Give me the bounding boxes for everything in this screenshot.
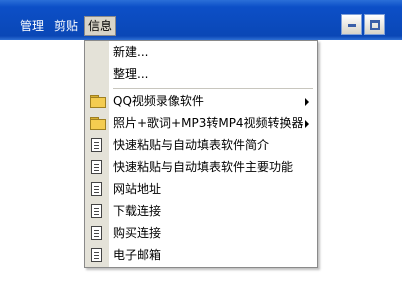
- menu-item-qq-video[interactable]: QQ视频录像软件: [85, 92, 317, 111]
- menu-item-label: 下载连接: [113, 204, 162, 218]
- menu-item-label: 新建...: [113, 45, 149, 59]
- menu-item-intro[interactable]: 快速粘贴与自动填表软件简介: [85, 136, 317, 155]
- info-dropdown-menu: 新建... 整理... QQ视频录像软件 照片+歌词+MP3转MP4视频转换器 …: [84, 40, 318, 268]
- submenu-arrow-icon: [305, 98, 309, 106]
- menu-item-label: 快速粘贴与自动填表软件主要功能: [113, 160, 294, 174]
- menu-manage[interactable]: 管理: [17, 17, 47, 35]
- menu-item-label: 照片+歌词+MP3转MP4视频转换器: [113, 116, 304, 130]
- folder-icon: [90, 95, 106, 108]
- menu-item-label: 快速粘贴与自动填表软件简介: [113, 138, 270, 152]
- menu-bar: 管理 剪贴 信息: [0, 0, 402, 40]
- menu-separator: [113, 88, 313, 89]
- menu-item-label: QQ视频录像软件: [113, 94, 204, 108]
- menu-item-label: 网站地址: [113, 182, 162, 196]
- menu-info[interactable]: 信息: [84, 16, 117, 36]
- menu-item-features[interactable]: 快速粘贴与自动填表软件主要功能: [85, 158, 317, 177]
- minimize-button[interactable]: [341, 14, 362, 35]
- menu-item-new[interactable]: 新建...: [85, 43, 317, 62]
- menu-item-label: 整理...: [113, 67, 149, 81]
- menu-item-organize[interactable]: 整理...: [85, 65, 317, 84]
- menu-item-purchase-link[interactable]: 购买连接: [85, 224, 317, 243]
- minimize-icon: [348, 24, 356, 27]
- document-icon: [91, 182, 102, 196]
- document-icon: [91, 226, 102, 240]
- menu-item-photo-converter[interactable]: 照片+歌词+MP3转MP4视频转换器: [85, 114, 317, 133]
- submenu-arrow-icon: [305, 120, 309, 128]
- menu-item-label: 电子邮箱: [113, 248, 162, 262]
- menu-item-email[interactable]: 电子邮箱: [85, 246, 317, 265]
- maximize-icon: [370, 20, 380, 30]
- menu-item-download-link[interactable]: 下载连接: [85, 202, 317, 221]
- document-icon: [91, 138, 102, 152]
- menu-item-website[interactable]: 网站地址: [85, 180, 317, 199]
- document-icon: [91, 248, 102, 262]
- document-icon: [91, 160, 102, 174]
- maximize-button[interactable]: [364, 14, 385, 35]
- menu-clipboard[interactable]: 剪贴: [51, 17, 81, 35]
- document-icon: [91, 204, 102, 218]
- menu-item-label: 购买连接: [113, 226, 162, 240]
- folder-icon: [90, 117, 106, 130]
